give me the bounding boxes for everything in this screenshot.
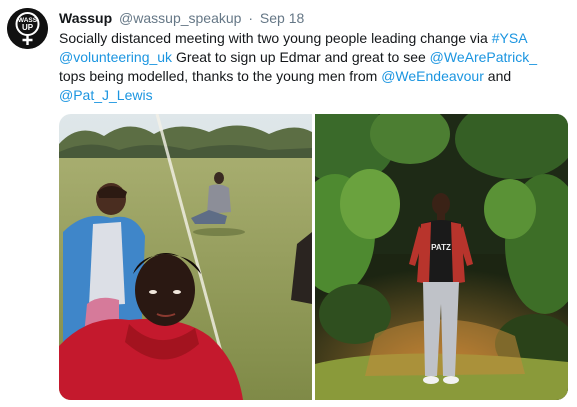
tweet-line-1: Socially distanced meeting with two youn… bbox=[59, 29, 569, 48]
display-name[interactable]: Wassup bbox=[59, 10, 112, 26]
tweet-line-3: tops being modelled, thanks to the young… bbox=[59, 67, 569, 86]
mention-link-pat-j-lewis[interactable]: @Pat_J_Lewis bbox=[59, 87, 153, 103]
separator-dot: · bbox=[248, 10, 254, 26]
tweet[interactable]: WASS UP Wassup @wassup_speakup · Sep 18 … bbox=[0, 0, 577, 407]
young-man-portrait-photo[interactable]: PATZ bbox=[315, 114, 568, 400]
mention-link-volunteering-uk[interactable]: @volunteering_uk bbox=[59, 49, 172, 65]
group-selfie-image bbox=[59, 114, 312, 400]
avatar[interactable]: WASS UP bbox=[7, 8, 48, 49]
media-grid: PATZ bbox=[59, 114, 568, 400]
wassup-logo-icon: WASS UP bbox=[7, 8, 48, 49]
shirt-print-text: PATZ bbox=[431, 243, 451, 252]
mention-link-wearepatrick[interactable]: @WeArePatrick_ bbox=[430, 49, 537, 65]
mention-link-weendeavour[interactable]: @WeEndeavour bbox=[381, 68, 484, 84]
avatar-logo-text-bottom: UP bbox=[22, 23, 34, 32]
tweet-header: Wassup @wassup_speakup · Sep 18 bbox=[59, 9, 304, 27]
tweet-text-segment: Great to sign up Edmar and great to see bbox=[172, 49, 430, 65]
tweet-date[interactable]: Sep 18 bbox=[260, 10, 304, 26]
user-handle[interactable]: @wassup_speakup bbox=[119, 10, 241, 26]
tweet-text-segment: Socially distanced meeting with two youn… bbox=[59, 30, 492, 46]
tweet-line-4: @Pat_J_Lewis bbox=[59, 86, 569, 105]
tweet-line-2: @volunteering_uk Great to sign up Edmar … bbox=[59, 48, 569, 67]
tweet-text-segment: tops being modelled, thanks to the young… bbox=[59, 68, 382, 84]
tweet-text-segment: and bbox=[483, 68, 512, 84]
young-man-portrait-image: PATZ bbox=[315, 114, 568, 400]
tweet-text: Socially distanced meeting with two youn… bbox=[59, 29, 569, 105]
group-selfie-photo[interactable] bbox=[59, 114, 312, 400]
hashtag-link-ysa[interactable]: #YSA bbox=[492, 30, 528, 46]
